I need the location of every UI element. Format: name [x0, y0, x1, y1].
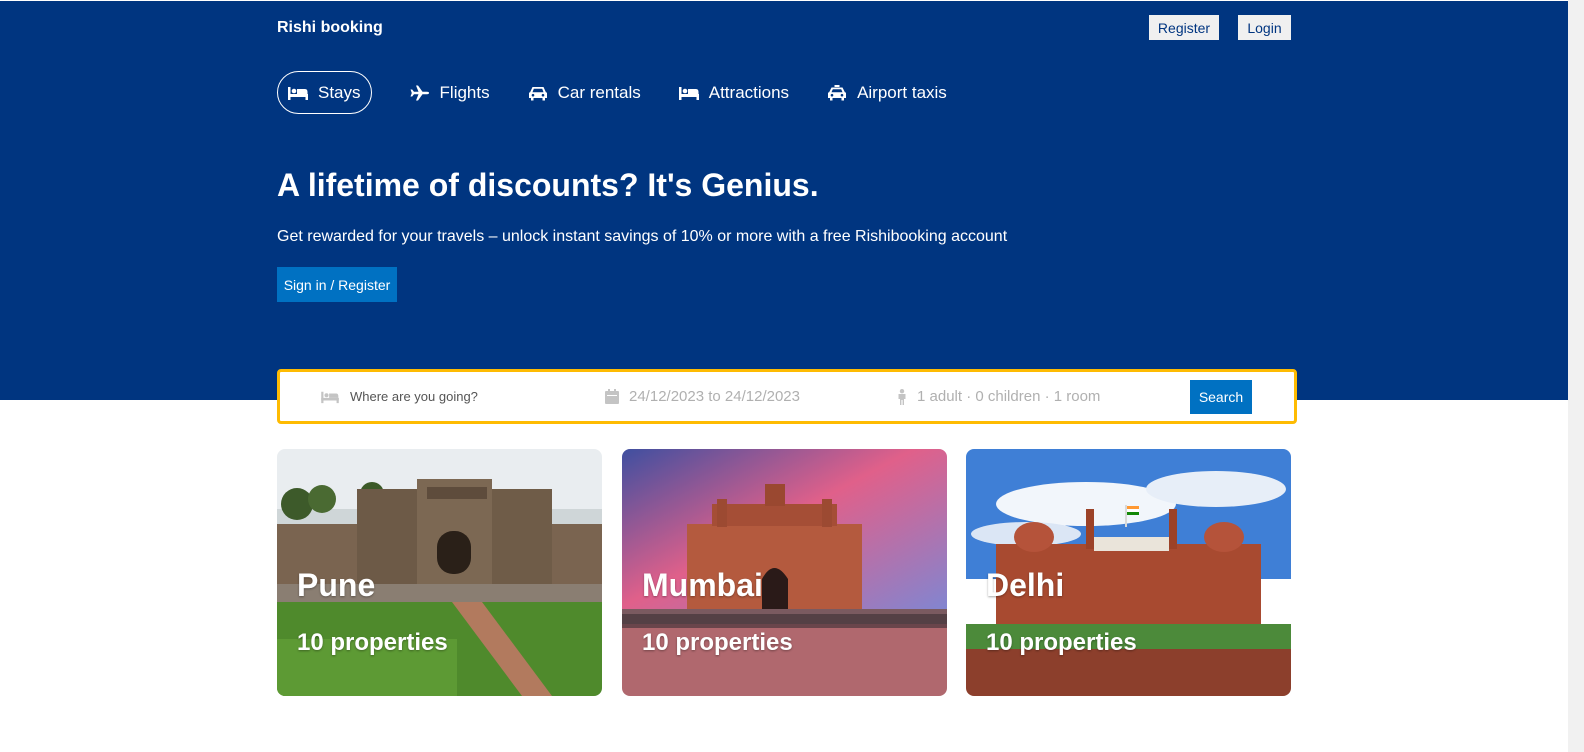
destination-input[interactable] [350, 389, 570, 404]
nav-item-stays[interactable]: Stays [277, 71, 372, 114]
login-button[interactable]: Login [1238, 15, 1291, 40]
bed-icon [678, 86, 699, 100]
sign-in-register-button[interactable]: Sign in / Register [277, 267, 397, 302]
car-icon [528, 86, 547, 100]
person-icon [898, 388, 906, 405]
card-city: Mumbai [642, 567, 763, 603]
taxi-icon [828, 84, 847, 100]
card-city: Delhi [986, 567, 1065, 603]
bed-icon [288, 86, 308, 100]
nav-bar: Stays Flights Car rentals Attractions Ai… [277, 71, 985, 114]
nav-item-label: Airport taxis [857, 82, 947, 102]
card-properties: 10 properties [986, 629, 1137, 656]
city-card-delhi[interactable]: Delhi 10 properties [966, 449, 1291, 696]
destination-field[interactable] [320, 372, 570, 421]
card-city: Pune [297, 567, 376, 603]
date-field[interactable]: 24/12/2023 to 24/12/2023 [605, 372, 800, 421]
card-properties: 10 properties [297, 629, 448, 656]
city-card-mumbai[interactable]: Mumbai 10 properties [622, 449, 947, 696]
page-header: Rishi booking Register Login Stays Fligh… [0, 0, 1568, 400]
search-button[interactable]: Search [1190, 380, 1252, 414]
bed-icon [321, 391, 339, 403]
nav-item-label: Attractions [708, 82, 790, 102]
nav-item-attractions[interactable]: Attractions [678, 71, 790, 114]
nav-item-airport-taxis[interactable]: Airport taxis [827, 71, 947, 114]
hero-title: A lifetime of discounts? It's Genius. [277, 167, 819, 203]
nav-item-label: Car rentals [557, 82, 641, 102]
nav-item-label: Flights [439, 82, 490, 102]
hero-subtitle: Get rewarded for your travels – unlock i… [277, 228, 1008, 245]
guests-field[interactable]: 1 adult · 0 children · 1 room [897, 372, 1100, 421]
card-properties: 10 properties [642, 629, 793, 656]
nav-item-car-rentals[interactable]: Car rentals [528, 71, 641, 114]
city-card-pune[interactable]: Pune 10 properties [277, 449, 602, 696]
scrollbar[interactable] [1568, 0, 1584, 752]
calendar-icon [605, 389, 619, 404]
nav-item-label: Stays [318, 82, 361, 102]
plane-icon [410, 85, 429, 100]
nav-item-flights[interactable]: Flights [410, 71, 490, 114]
date-range: 24/12/2023 to 24/12/2023 [629, 388, 800, 405]
search-bar: 24/12/2023 to 24/12/2023 1 adult · 0 chi… [277, 369, 1297, 424]
logo[interactable]: Rishi booking [277, 19, 383, 37]
register-button[interactable]: Register [1149, 15, 1219, 40]
guest-options: 1 adult · 0 children · 1 room [917, 388, 1101, 405]
